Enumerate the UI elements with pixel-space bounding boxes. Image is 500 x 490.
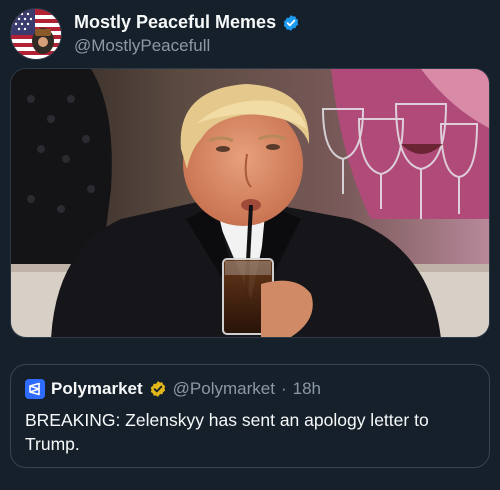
quoted-handle[interactable]: @Polymarket [173,379,275,399]
polymarket-logo-icon [25,379,45,399]
author-handle[interactable]: @MostlyPeacefull [74,36,300,56]
post-photo[interactable] [10,68,490,338]
quoted-separator: · [280,379,287,398]
gold-verified-badge-icon [150,381,165,397]
quoted-post[interactable]: Polymarket @Polymarket · 18h BREAKING: Z… [10,364,490,468]
verified-badge-icon [283,14,299,31]
quoted-post-text: BREAKING: Zelenskyy has sent an apology … [25,410,429,454]
quoted-post-header: Polymarket @Polymarket · 18h [25,379,475,399]
quoted-display-name[interactable]: Polymarket [51,379,143,399]
author-name-row: Mostly Peaceful Memes [74,12,300,33]
flag-avatar-icon [11,9,61,59]
author-names: Mostly Peaceful Memes @MostlyPeacefull [74,12,300,56]
author-avatar[interactable] [10,8,62,60]
post-header: Mostly Peaceful Memes @MostlyPeacefull [10,6,490,62]
author-display-name[interactable]: Mostly Peaceful Memes [74,12,276,33]
photo-man-drinking-through-straw [11,69,489,337]
quoted-timestamp[interactable]: 18h [293,379,321,399]
